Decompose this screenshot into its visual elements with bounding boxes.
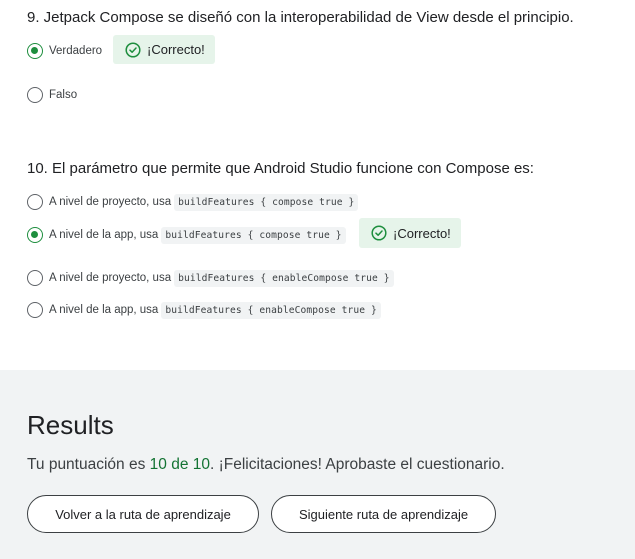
question-10: 10. El parámetro que permite que Android… (27, 160, 627, 177)
option-label: A nivel de proyecto, usa (49, 272, 172, 284)
option-code: buildFeatures { enableCompose true } (161, 301, 381, 319)
score-value: 10 de 10 (149, 456, 210, 473)
feedback-text: ¡Correcto! (147, 42, 205, 57)
feedback-text: ¡Correcto! (393, 225, 451, 241)
radio-unchecked-icon[interactable] (27, 87, 43, 103)
next-pathway-button[interactable]: Siguiente ruta de aprendizaje (271, 495, 496, 533)
option-false[interactable]: Falso (27, 85, 77, 105)
option-label: A nivel de proyecto, usa (49, 196, 172, 208)
radio-unchecked-icon[interactable] (27, 270, 43, 286)
option-label: A nivel de la app, usa (49, 304, 159, 316)
option-code: buildFeatures { compose true } (161, 226, 346, 244)
question-9: 9. Jetpack Compose se diseñó con la inte… (27, 9, 627, 26)
radio-checked-icon[interactable] (27, 43, 43, 59)
question-title: 9. Jetpack Compose se diseñó con la inte… (27, 9, 574, 26)
score-summary: Tu puntuación es 10 de 10. ¡Felicitacion… (27, 456, 505, 474)
question-title: 10. El parámetro que permite que Android… (27, 160, 534, 177)
score-suffix: . ¡Felicitaciones! Aprobaste el cuestion… (210, 456, 505, 473)
radio-unchecked-icon[interactable] (27, 194, 43, 210)
radio-unchecked-icon[interactable] (27, 302, 43, 318)
feedback-correct: ¡Correcto! (113, 35, 215, 64)
option-app-enable-compose[interactable]: A nivel de la app, usa buildFeatures { e… (27, 300, 381, 320)
option-label: A nivel de la app, usa (49, 229, 159, 241)
option-label: Verdadero (49, 45, 103, 57)
results-title: Results (27, 410, 114, 440)
option-code: buildFeatures { enableCompose true } (174, 269, 394, 287)
check-circle-icon (371, 225, 387, 241)
feedback-correct: ¡Correcto! (359, 218, 461, 248)
radio-checked-icon[interactable] (27, 227, 43, 243)
check-circle-icon (125, 41, 141, 58)
back-to-pathway-button[interactable]: Volver a la ruta de aprendizaje (27, 495, 259, 533)
score-prefix: Tu puntuación es (27, 456, 150, 473)
option-project-enable-compose[interactable]: A nivel de proyecto, usa buildFeatures {… (27, 268, 394, 288)
results-panel: Results Tu puntuación es 10 de 10. ¡Feli… (0, 370, 635, 559)
option-true[interactable]: Verdadero (27, 41, 102, 61)
option-code: buildFeatures { compose true } (174, 193, 359, 211)
option-project-compose[interactable]: A nivel de proyecto, usa buildFeatures {… (27, 192, 359, 212)
option-app-compose[interactable]: A nivel de la app, usa buildFeatures { c… (27, 225, 346, 245)
option-label: Falso (49, 89, 78, 101)
